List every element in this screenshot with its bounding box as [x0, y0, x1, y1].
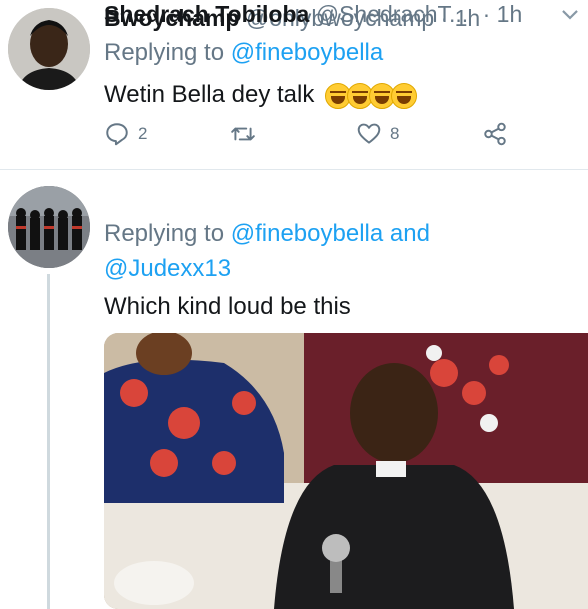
replying-to: Replying to @fineboybella and [104, 217, 430, 251]
replying-to: Replying to @fineboybella [104, 36, 383, 70]
replying-to-prefix: Replying to [104, 220, 225, 247]
share-icon [484, 122, 506, 146]
share-button[interactable] [482, 121, 508, 147]
tweet-text: Which kind loud be this [104, 291, 351, 323]
avatar-photo [8, 186, 90, 268]
display-name[interactable]: Shedrach Tobiloba [104, 1, 309, 27]
media-image[interactable] [104, 333, 588, 609]
tweet-header: Shedrach Tobiloba @ShedrachT... · 1h [104, 0, 580, 28]
replying-to-continued: @Judexx13 [104, 252, 231, 286]
emoji-group [325, 82, 417, 109]
tweet-actions: 2 8 [104, 121, 524, 153]
tweet-text-content: Wetin Bella dey talk [104, 81, 315, 108]
mention-link-1[interactable]: @fineboybella [231, 220, 383, 247]
avatar-photo [8, 8, 90, 90]
tweet-text: Wetin Bella dey talk [104, 79, 417, 111]
like-button[interactable]: 8 [356, 121, 399, 147]
video-still [104, 333, 588, 609]
heart-icon [357, 123, 381, 144]
separator-dot: · [482, 1, 491, 27]
avatar[interactable] [8, 186, 90, 268]
mention-link[interactable]: @fineboybella [231, 39, 383, 66]
like-count: 8 [390, 124, 400, 143]
chevron-down-icon[interactable] [560, 4, 580, 32]
reply-count: 2 [138, 124, 148, 143]
reply-button[interactable]: 2 [104, 121, 147, 147]
thread-connector [47, 274, 50, 609]
retweet-button[interactable] [230, 121, 256, 147]
user-handle[interactable]: @ShedrachT... [316, 1, 468, 27]
retweet-icon [231, 127, 255, 141]
mention-and[interactable]: and [390, 220, 430, 247]
avatar[interactable] [8, 8, 90, 90]
rolling-on-floor-laughing-icon [391, 82, 417, 109]
tweet-text-content: Which kind loud be this [104, 293, 351, 320]
reply-icon [106, 123, 128, 146]
timestamp[interactable]: 1h [497, 1, 523, 27]
replying-to-prefix: Replying to [104, 39, 225, 66]
mention-link-2[interactable]: @Judexx13 [104, 255, 231, 282]
